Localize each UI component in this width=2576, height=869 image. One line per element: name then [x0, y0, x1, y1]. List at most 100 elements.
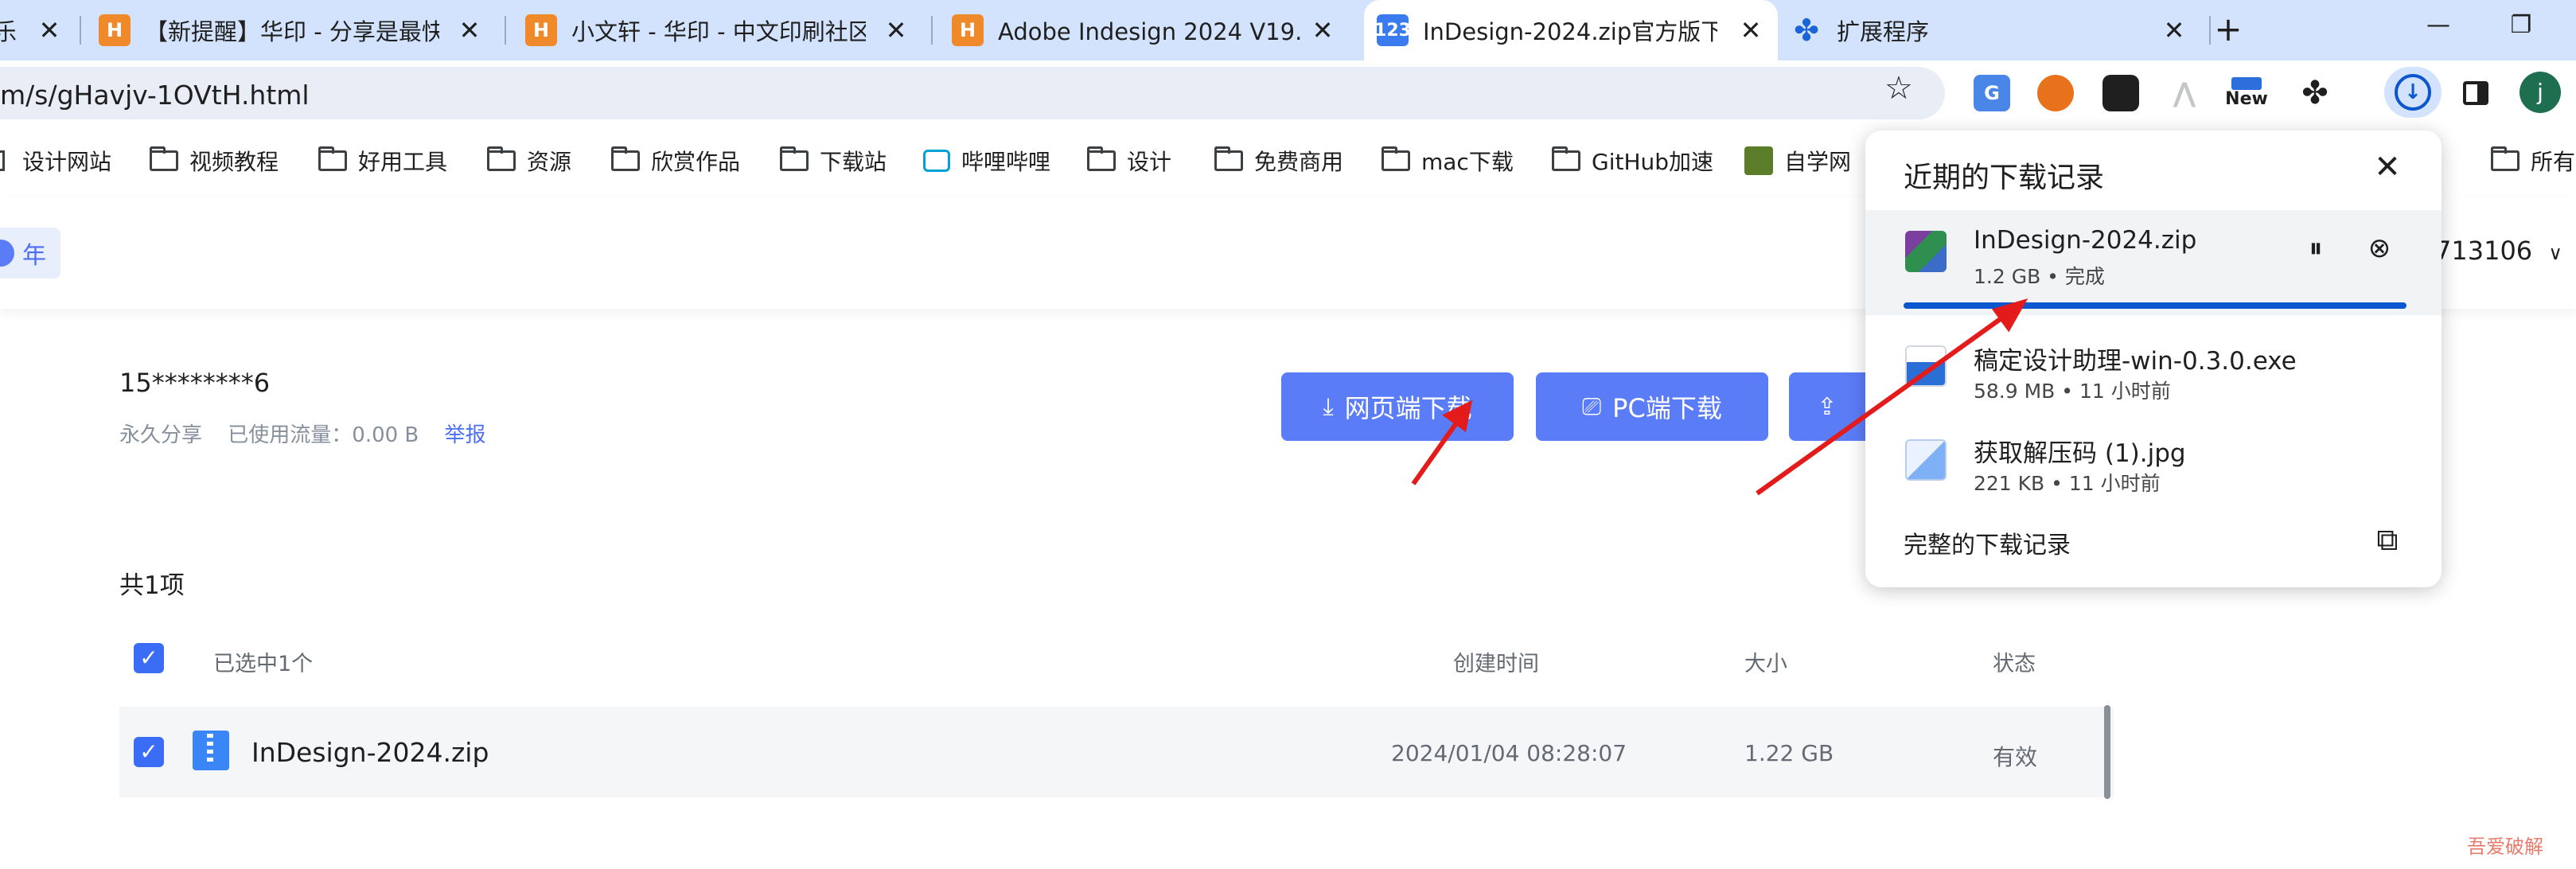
download-item[interactable]: 获取解压码 (1).jpg 221 KB • 11 小时前 [1865, 417, 2442, 506]
tab-close-icon[interactable]: ✕ [1736, 16, 1765, 45]
download-name: InDesign-2024.zip [1974, 226, 2197, 255]
download-item[interactable]: InDesign-2024.zip 1.2 GB • 完成 ⏸ ⊗ [1865, 210, 2442, 315]
new-extension-icon[interactable]: New [2225, 75, 2268, 111]
huayin-favicon-icon: H [525, 14, 557, 46]
folder-icon [318, 146, 347, 171]
fox-extension-icon[interactable] [2037, 75, 2074, 111]
download-icon: ⤓ [1323, 392, 1334, 421]
save-to-drive-button[interactable]: ⇪ [1789, 372, 1876, 441]
extensions-puzzle-icon[interactable]: ✤ [2297, 75, 2333, 111]
tab-close-icon[interactable]: ✕ [1308, 16, 1337, 45]
zip-file-icon [193, 731, 229, 770]
bookmark-item[interactable]: 免费商用 [1214, 145, 1343, 177]
tab-close-icon[interactable]: ✕ [882, 16, 910, 45]
bookmark-label: 欣赏作品 [651, 149, 741, 175]
downloads-title: 近期的下载记录 [1904, 162, 2105, 194]
bookmark-item[interactable]: 欣赏作品 [611, 145, 740, 177]
bookmark-item[interactable]: 设计 [1087, 145, 1171, 177]
file-size: 1.22 GB [1744, 740, 1834, 766]
bilibili-icon [923, 150, 950, 172]
bookmark-item[interactable]: 设计网站 [0, 145, 111, 177]
address-url[interactable]: m/s/gHavjv-1OVtH.html [0, 80, 310, 111]
close-icon[interactable]: ✕ [2368, 148, 2406, 186]
browser-toolbar: m/s/gHavjv-1OVtH.html ☆ G ⋀ New ✤ ↓ j [0, 60, 2576, 123]
bookmark-star-icon[interactable]: ☆ [1884, 70, 1913, 107]
year-chip[interactable]: 年 [0, 228, 60, 279]
file-name[interactable]: InDesign-2024.zip [251, 737, 489, 768]
tab-separator [931, 16, 933, 45]
bookmark-item-all[interactable]: 所有 [2491, 145, 2575, 177]
tab-title: InDesign-2024.zip官方版下载 [1423, 18, 1717, 45]
account-menu[interactable]: 713106 ∨ [2435, 236, 2562, 266]
tab-5[interactable]: ✤ 扩展程序 ✕ [1791, 0, 2201, 60]
tab-close-icon[interactable]: ✕ [35, 16, 64, 45]
pc-icon: ⎚ [1582, 392, 1602, 421]
report-link[interactable]: 举报 [445, 423, 486, 447]
downloads-bubble: 近期的下载记录 ✕ InDesign-2024.zip 1.2 GB • 完成 … [1865, 131, 2442, 587]
bookmark-item[interactable]: 自学网 [1744, 145, 1851, 177]
bookmark-item[interactable]: 视频教程 [150, 145, 279, 177]
table-scrollbar[interactable] [2104, 705, 2110, 799]
tab-1[interactable]: H 【新提醒】华印 - 分享是最快乐 ✕ [99, 0, 497, 60]
column-size[interactable]: 大小 [1744, 646, 1787, 677]
chip-dot-icon [0, 240, 14, 267]
restore-window-icon[interactable]: ❐ [2505, 11, 2537, 43]
tab-3[interactable]: H Adobe Indesign 2024 V19.0版 ✕ [952, 0, 1350, 60]
column-created[interactable]: 创建时间 [1453, 646, 1539, 677]
row-checkbox[interactable]: ✓ [134, 737, 164, 767]
bookmark-item[interactable]: 资源 [487, 145, 571, 177]
bookmark-label: 免费商用 [1254, 149, 1344, 175]
pc-download-label: PC端下载 [1612, 393, 1722, 423]
download-meta: 1.2 GB • 完成 [1974, 265, 2105, 288]
download-progress-bar [1904, 302, 2406, 309]
full-history-link[interactable]: 完整的下载记录 [1904, 525, 2071, 560]
folder-icon [1552, 146, 1580, 171]
table-row[interactable]: ✓ InDesign-2024.zip 2024/01/04 08:28:07 … [119, 707, 2114, 797]
image-file-icon [1905, 439, 1947, 481]
open-folder-icon[interactable]: ⏸ [2297, 229, 2335, 267]
translate-extension-icon[interactable]: G [1974, 75, 2010, 111]
panda-extension-icon[interactable] [2102, 75, 2139, 111]
column-status: 状态 [1993, 652, 2036, 676]
folder-icon [611, 146, 640, 171]
select-all-checkbox[interactable]: ✓ [134, 643, 164, 673]
pc-download-button[interactable]: ⎚ PC端下载 [1536, 372, 1768, 441]
table-header: ✓ 已选中1个 创建时间 大小 状态 [119, 629, 2114, 686]
bookmark-label: 好用工具 [358, 149, 448, 175]
bookmark-label: 自学网 [1784, 149, 1852, 175]
huayin-favicon-icon: H [99, 14, 131, 46]
tab-separator [2209, 16, 2211, 45]
side-panel-icon[interactable] [2457, 75, 2494, 111]
tab-title: 乐 [0, 18, 18, 45]
download-meta: 221 KB • 11 小时前 [1974, 472, 2161, 495]
watermark-logo: 吾爱破解 [2467, 836, 2543, 858]
bookmark-item[interactable]: 好用工具 [318, 145, 447, 177]
bookmark-item[interactable]: mac下载 [1382, 145, 1514, 177]
downloads-button[interactable]: ↓ [2384, 67, 2442, 118]
cancel-circle-icon[interactable]: ⊗ [2360, 229, 2399, 267]
bookmark-label: 视频教程 [189, 149, 279, 175]
tab-title: Adobe Indesign 2024 V19.0版 [998, 18, 1300, 45]
tab-title: 扩展程序 [1837, 18, 1930, 45]
profile-avatar[interactable]: j [2519, 72, 2561, 113]
new-tab-plus-icon[interactable]: + [2212, 13, 2244, 46]
tab-close-icon[interactable]: ✕ [455, 16, 484, 45]
tab-2[interactable]: H 小文轩 - 华印 - 中文印刷社区 ✕ [525, 0, 923, 60]
tab-close-icon[interactable]: ✕ [2160, 16, 2188, 45]
bookmark-item[interactable]: 下载站 [780, 145, 887, 177]
open-external-icon[interactable]: ⧉ [2368, 520, 2406, 559]
download-item[interactable]: 稿定设计助理-win-0.3.0.exe 58.9 MB • 11 小时前 [1865, 325, 2442, 414]
web-download-button[interactable]: ⤓ 网页端下载 [1281, 372, 1514, 441]
bookmark-item[interactable]: 哔哩哔哩 [923, 145, 1050, 177]
tab-separator [80, 16, 81, 45]
share-meta: 永久分享 已使用流量：0.00 B 举报 [119, 419, 486, 448]
download-name: 稿定设计助理-win-0.3.0.exe [1974, 347, 2297, 376]
zixuewang-icon [1744, 146, 1773, 175]
bookmark-item[interactable]: GitHub加速 [1552, 145, 1713, 177]
tab-0[interactable]: 乐 ✕ [0, 0, 64, 60]
triangle-extension-icon[interactable]: ⋀ [2166, 75, 2203, 111]
minimize-icon[interactable]: — [2422, 11, 2454, 43]
folder-icon [1382, 146, 1410, 171]
address-bar[interactable]: m/s/gHavjv-1OVtH.html [0, 67, 1945, 119]
tab-4-active[interactable]: 123 InDesign-2024.zip官方版下载 ✕ [1364, 0, 1778, 60]
